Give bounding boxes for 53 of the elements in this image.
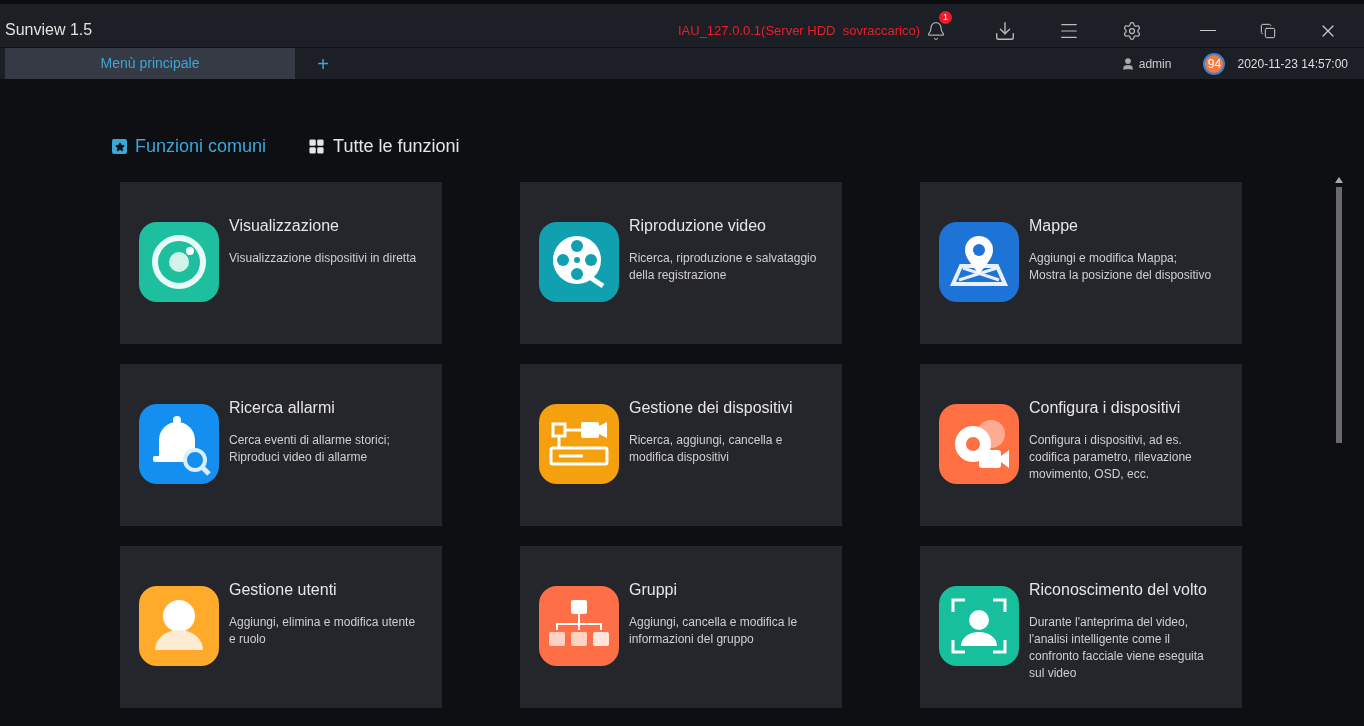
grid-icon — [308, 138, 326, 155]
download-button[interactable] — [994, 19, 1016, 42]
card-title: Visualizzazione — [229, 216, 340, 236]
server-status-message: IAU_127.0.0.1(Server HDD sovraccarico) — [677, 21, 920, 40]
scroll-up-arrow-icon[interactable] — [1335, 177, 1343, 183]
score-badge: 94 — [1203, 52, 1226, 75]
camera-lens-icon — [139, 222, 219, 302]
function-card[interactable]: Configura i dispositivi Configura i dispositivi, ad es. codifica parametro, rilevazione movimento, OSD, ecc. — [920, 364, 1242, 526]
card-description: Durante l'anteprima del video, l'analisi intelligente come il confronto facciale viene eseguita sul video — [1029, 614, 1205, 682]
window-title: Sunview 1.5 — [5, 19, 93, 40]
card-title: Riconoscimento del volto — [1029, 580, 1207, 600]
card-title: Gestione utenti — [229, 580, 338, 600]
card-title: Mappe — [1029, 216, 1079, 236]
gear-camera-icon — [939, 404, 1019, 484]
main-menu-tab[interactable]: Menù principale — [5, 48, 295, 79]
card-title: Riproduzione video — [629, 216, 767, 236]
settings-button[interactable] — [1122, 20, 1142, 41]
function-card[interactable]: Riconoscimento del volto Durante l'anteprima del video, l'analisi intelligente come il confronto facciale viene eseguita sul video — [920, 546, 1242, 708]
function-card[interactable]: Riproduzione video Ricerca, riproduzione e salvataggio della registrazione — [520, 182, 842, 344]
function-card[interactable]: Gestione dei dispositivi Ricerca, aggiungi, cancella e modifica dispositivi — [520, 364, 842, 526]
card-title: Gestione dei dispositivi — [629, 398, 793, 418]
card-description: Visualizzazione dispositivi in diretta — [229, 250, 417, 267]
bell-search-icon — [139, 404, 219, 484]
section-tab[interactable]: Funzioni comuni — [112, 133, 267, 160]
card-description: Configura i dispositivi, ad es. codifica parametro, rilevazione movimento, OSD, ecc. — [1029, 432, 1192, 483]
recorder-camera-icon — [539, 404, 619, 484]
card-description: Aggiungi e modifica Mappa; Mostra la posizione del dispositivo — [1029, 250, 1212, 284]
section-tab[interactable]: Tutte le funzioni — [308, 133, 460, 160]
date-time: 2020-11-23 14:57:00 — [1237, 55, 1348, 73]
card-title: Ricerca allarmi — [229, 398, 336, 418]
function-card[interactable]: Visualizzazione Visualizzazione dispositivi in diretta — [120, 182, 442, 344]
function-card[interactable]: Gestione utenti Aggiungi, elimina e modifica utente e ruolo — [120, 546, 442, 708]
user-silhouette-icon — [139, 586, 219, 666]
user-icon — [1120, 56, 1135, 71]
face-scan-icon — [939, 586, 1019, 666]
add-tab-button[interactable]: + — [303, 48, 343, 79]
card-description: Cerca eventi di allarme storici; Riproduci video di allarme — [229, 432, 390, 466]
card-description: Ricerca, riproduzione e salvataggio della registrazione — [629, 250, 817, 284]
map-pin-icon — [939, 222, 1019, 302]
card-title: Configura i dispositivi — [1029, 398, 1182, 418]
notification-badge: 1 — [939, 10, 952, 24]
card-description: Ricerca, aggiungi, cancella e modifica dispositivi — [629, 432, 784, 466]
star-icon — [112, 139, 127, 154]
card-description: Aggiungi, elimina e modifica utente e ruolo — [229, 614, 416, 648]
hierarchy-icon — [539, 586, 619, 666]
function-card[interactable]: Mappe Aggiungi e modifica Mappa; Mostra la posizione del dispositivo — [920, 182, 1242, 344]
restore-button[interactable] — [1260, 22, 1276, 39]
function-card[interactable]: Ricerca allarmi Cerca eventi di allarme storici; Riproduci video di allarme — [120, 364, 442, 526]
function-card[interactable]: Gruppi Aggiungi, cancella e modifica le informazioni del gruppo — [520, 546, 842, 708]
card-description: Aggiungi, cancella e modifica le informazioni del gruppo — [629, 614, 798, 648]
film-reel-icon — [539, 222, 619, 302]
username: admin — [1138, 55, 1172, 73]
card-title: Gruppi — [629, 580, 679, 600]
